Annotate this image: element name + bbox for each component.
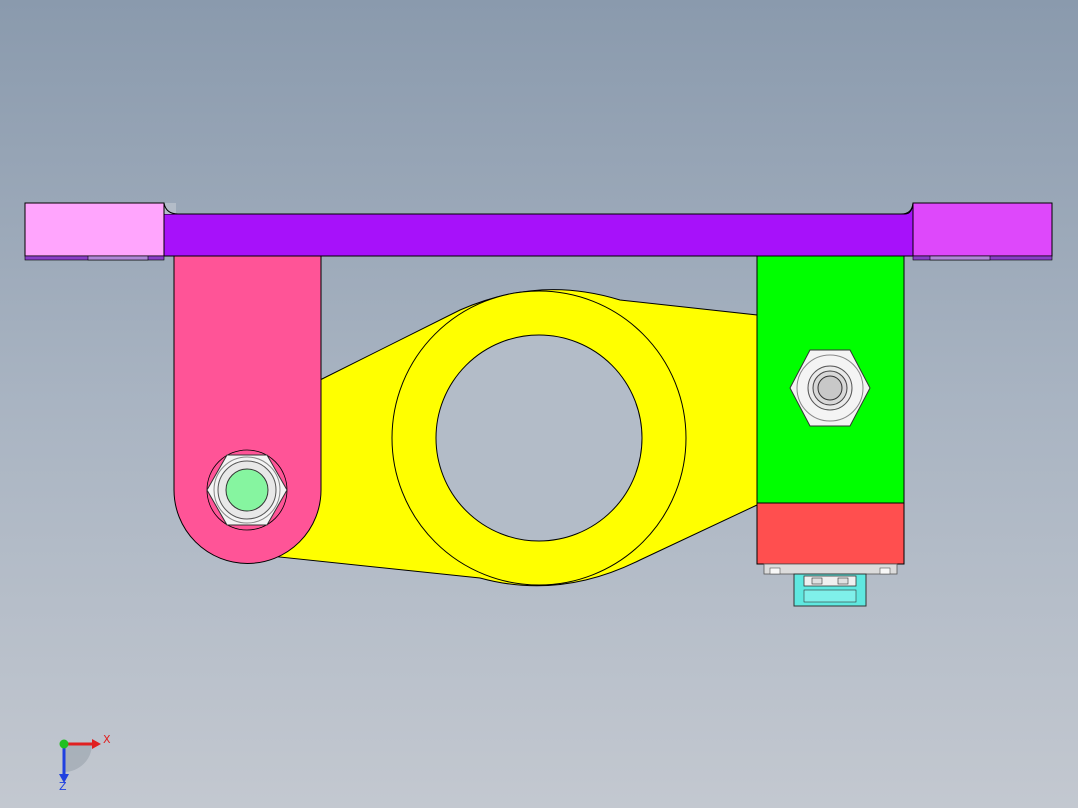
x-axis-label: X — [103, 733, 111, 746]
orientation-triad: X Z — [59, 733, 111, 793]
z-axis-label: Z — [59, 780, 67, 793]
cad-viewport[interactable]: X Z — [0, 0, 1078, 808]
y-axis-dot — [59, 739, 69, 749]
